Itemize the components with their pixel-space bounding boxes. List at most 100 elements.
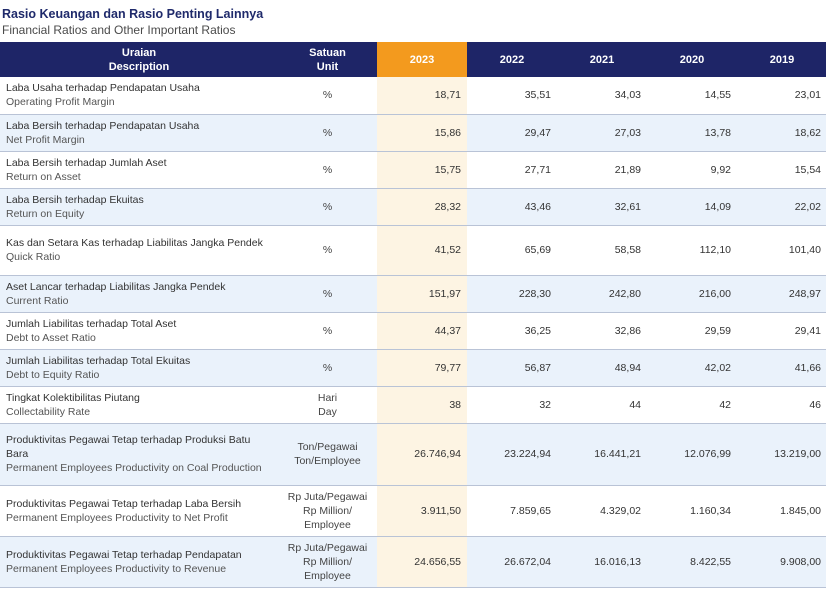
row-description-en: Debt to Equity Ratio <box>6 368 100 381</box>
row-unit-line: Ton/Pegawai <box>297 441 358 453</box>
cell-value-2020: 1.160,34 <box>647 485 737 537</box>
cell-value-2022: 27,71 <box>467 151 557 189</box>
cell-value-2023: 24.656,55 <box>377 536 467 588</box>
cell-value-2020: 216,00 <box>647 275 737 313</box>
row-description-en: Return on Equity <box>6 207 85 220</box>
row-description-id: Kas dan Setara Kas terhadap Liabilitas J… <box>6 237 263 249</box>
cell-value-2022: 23.224,94 <box>467 423 557 486</box>
cell-value-2023: 28,32 <box>377 188 467 226</box>
table-row: Tingkat Kolektibilitas Piutang Collectabi… <box>0 386 826 424</box>
row-unit: % <box>278 225 377 276</box>
cell-value-2019: 22,02 <box>737 188 826 226</box>
row-description-en: Permanent Employees Productivity to Reve… <box>6 562 227 575</box>
cell-value-2019: 13.219,00 <box>737 423 826 486</box>
row-description-id: Jumlah Liabilitas terhadap Total Ekuitas <box>6 354 191 367</box>
row-description-en: Net Profit Margin <box>6 133 85 146</box>
table-row: Laba Bersih terhadap Ekuitas Return on Eq… <box>0 188 826 226</box>
row-unit-line: Rp Juta/Pegawai <box>287 490 368 503</box>
row-unit-line: Ton/Employee <box>294 455 361 467</box>
table-row: Aset Lancar terhadap Liabilitas Jangka P… <box>0 275 826 313</box>
cell-value-2021: 58,58 <box>557 225 647 276</box>
row-description-en: Debt to Asset Ratio <box>6 331 96 344</box>
cell-value-2021: 44 <box>557 386 647 424</box>
cell-value-2022: 65,69 <box>467 225 557 276</box>
row-description-id: Laba Usaha terhadap Pendapatan Usaha <box>6 82 200 95</box>
row-unit: Rp Juta/Pegawai Rp Million/Employee <box>278 536 377 588</box>
cell-value-2022: 29,47 <box>467 114 557 152</box>
cell-value-2020: 14,09 <box>647 188 737 226</box>
cell-value-2022: 43,46 <box>467 188 557 226</box>
table-row: Laba Bersih terhadap Jumlah Aset Return o… <box>0 151 826 189</box>
column-header-unit: Satuan Unit <box>278 42 377 77</box>
cell-value-2021: 16.441,21 <box>557 423 647 486</box>
column-header-description: Uraian Description <box>0 42 278 77</box>
cell-value-2021: 16.016,13 <box>557 536 647 588</box>
row-unit-line: % <box>322 244 333 256</box>
row-unit: Rp Juta/Pegawai Rp Million/Employee <box>278 485 377 537</box>
table-row: Laba Usaha terhadap Pendapatan Usaha Oper… <box>0 77 826 115</box>
table-row: Kas dan Setara Kas terhadap Liabilitas J… <box>0 225 826 276</box>
row-description: Laba Bersih terhadap Jumlah Aset Return o… <box>0 151 278 189</box>
row-description: Laba Usaha terhadap Pendapatan Usaha Oper… <box>0 77 278 115</box>
row-description: Produktivitas Pegawai Tetap terhadap Pro… <box>0 423 278 486</box>
row-description-id: Jumlah Liabilitas terhadap Total Aset <box>6 317 177 330</box>
row-description: Aset Lancar terhadap Liabilitas Jangka P… <box>0 275 278 313</box>
cell-value-2022: 32 <box>467 386 557 424</box>
financial-ratios-table: Uraian Description Satuan Unit 2023 2022… <box>0 42 826 588</box>
row-unit-line: % <box>322 89 333 102</box>
cell-value-2021: 32,61 <box>557 188 647 226</box>
cell-value-2020: 14,55 <box>647 77 737 115</box>
cell-value-2019: 18,62 <box>737 114 826 152</box>
cell-value-2021: 32,86 <box>557 312 647 350</box>
cell-value-2023: 44,37 <box>377 312 467 350</box>
row-description-id: Produktivitas Pegawai Tetap terhadap Pro… <box>6 434 251 460</box>
table-row: Jumlah Liabilitas terhadap Total Ekuitas… <box>0 349 826 387</box>
row-unit-line: % <box>322 287 333 300</box>
table-row: Jumlah Liabilitas terhadap Total Aset Deb… <box>0 312 826 350</box>
cell-value-2022: 56,87 <box>467 349 557 387</box>
cell-value-2019: 41,66 <box>737 349 826 387</box>
cell-value-2023: 18,71 <box>377 77 467 115</box>
cell-value-2023: 151,97 <box>377 275 467 313</box>
cell-value-2020: 29,59 <box>647 312 737 350</box>
cell-value-2021: 27,03 <box>557 114 647 152</box>
cell-value-2022: 228,30 <box>467 275 557 313</box>
row-description-id: Laba Bersih terhadap Pendapatan Usaha <box>6 119 200 132</box>
cell-value-2021: 4.329,02 <box>557 485 647 537</box>
row-unit-line: Day <box>318 405 337 418</box>
cell-value-2022: 7.859,65 <box>467 485 557 537</box>
cell-value-2023: 26.746,94 <box>377 423 467 486</box>
row-unit-line: % <box>322 200 333 213</box>
cell-value-2022: 35,51 <box>467 77 557 115</box>
column-header-2019: 2019 <box>737 42 826 77</box>
row-description: Laba Bersih terhadap Pendapatan Usaha Net… <box>0 114 278 152</box>
row-unit-line: % <box>322 324 333 337</box>
cell-value-2020: 13,78 <box>647 114 737 152</box>
row-unit-line: % <box>322 126 333 139</box>
row-description-en: Return on Asset <box>6 170 81 183</box>
column-header-2023: 2023 <box>377 42 467 77</box>
table-row: Produktivitas Pegawai Tetap terhadap Lab… <box>0 485 826 537</box>
row-description: Produktivitas Pegawai Tetap terhadap Lab… <box>0 485 278 537</box>
table-header-row: Uraian Description Satuan Unit 2023 2022… <box>0 42 826 77</box>
row-description-en: Quick Ratio <box>6 251 61 263</box>
row-description-en: Collectability Rate <box>6 405 91 418</box>
row-description-id: Produktivitas Pegawai Tetap terhadap Pen… <box>6 548 242 561</box>
row-description-en: Operating Profit Margin <box>6 96 115 109</box>
row-unit-line: Employee <box>304 518 351 531</box>
row-description-en: Permanent Employees Productivity on Coal… <box>6 462 262 474</box>
cell-value-2020: 42,02 <box>647 349 737 387</box>
cell-value-2020: 12.076,99 <box>647 423 737 486</box>
cell-value-2019: 15,54 <box>737 151 826 189</box>
cell-value-2021: 21,89 <box>557 151 647 189</box>
row-unit-line: % <box>322 361 333 374</box>
table-row: Laba Bersih terhadap Pendapatan Usaha Net… <box>0 114 826 152</box>
cell-value-2020: 8.422,55 <box>647 536 737 588</box>
cell-value-2022: 36,25 <box>467 312 557 350</box>
row-unit-line: % <box>322 163 333 176</box>
row-description: Jumlah Liabilitas terhadap Total Aset Deb… <box>0 312 278 350</box>
row-unit: % <box>278 151 377 189</box>
row-unit: Ton/Pegawai Ton/Employee <box>278 423 377 486</box>
row-unit-line: Hari <box>317 391 338 404</box>
row-unit: Hari Day <box>278 386 377 424</box>
